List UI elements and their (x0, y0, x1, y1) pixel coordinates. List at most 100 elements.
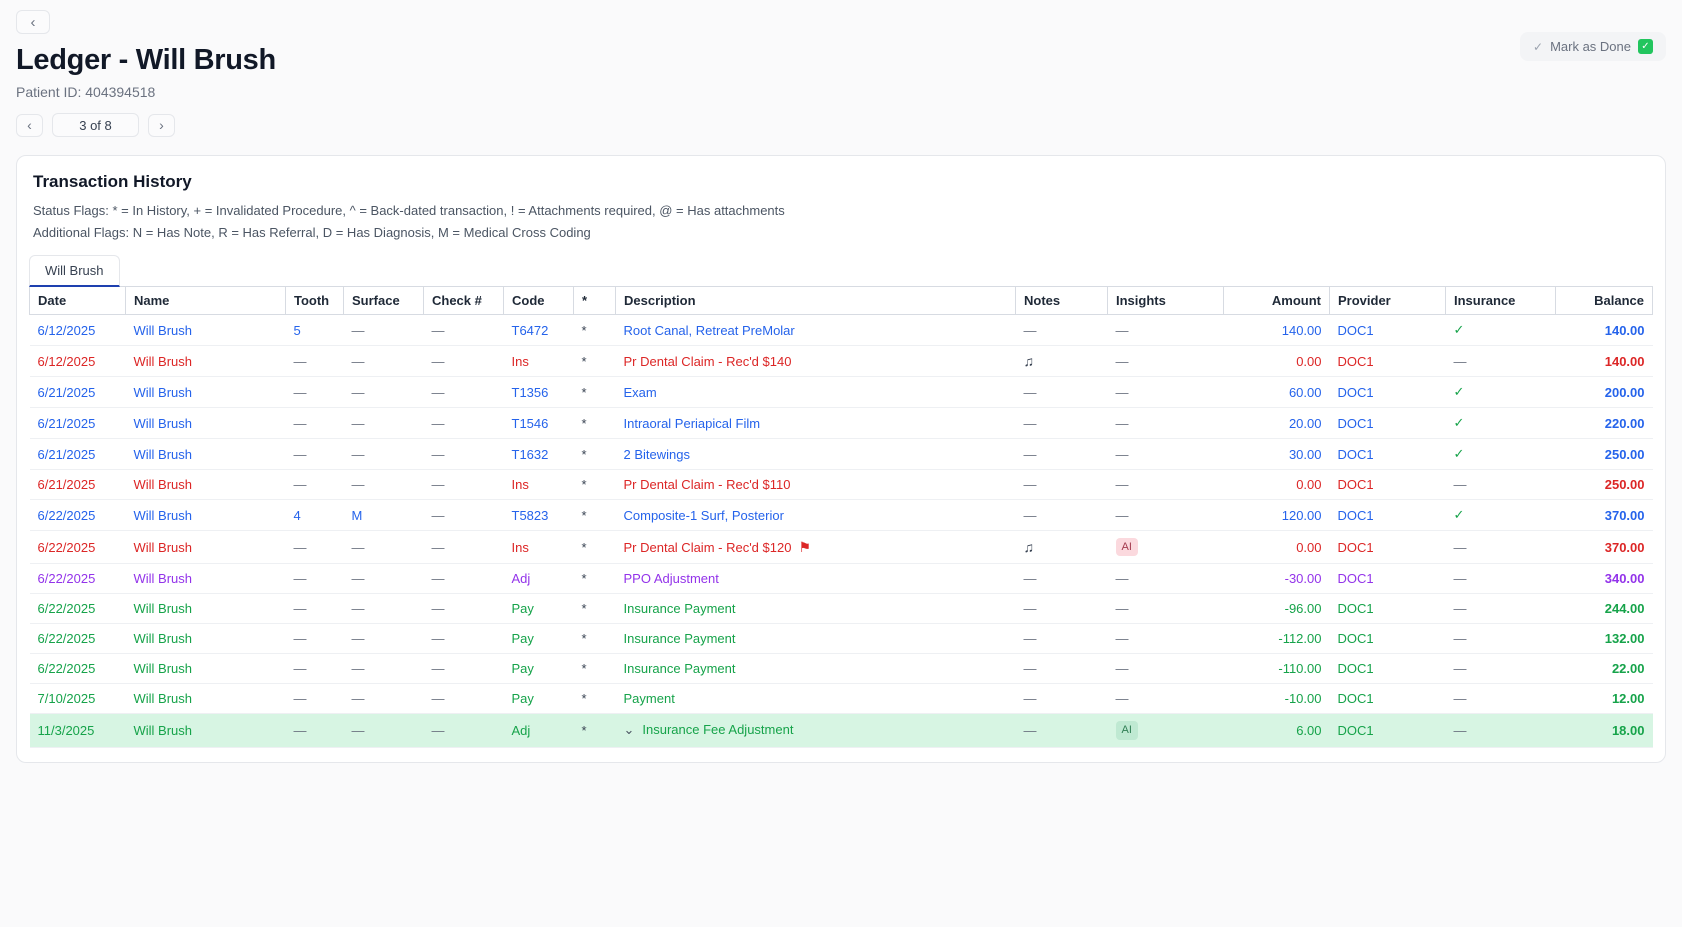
cell-date: 7/10/2025 (30, 684, 126, 714)
cell-flag: * (574, 439, 616, 470)
cell-insights: — (1108, 564, 1224, 594)
transaction-table: DateNameToothSurfaceCheck #Code*Descript… (29, 286, 1653, 748)
transaction-row[interactable]: 6/22/2025Will Brush———Ins*Pr Dental Clai… (30, 531, 1653, 564)
cell-description: Exam (616, 377, 1016, 408)
description-text: 2 Bitewings (624, 447, 690, 462)
cell-provider: DOC1 (1330, 654, 1446, 684)
cell-check: — (424, 654, 504, 684)
transaction-row[interactable]: 7/10/2025Will Brush———Pay*Payment——-10.0… (30, 684, 1653, 714)
cell-flag: * (574, 714, 616, 747)
column-header-tooth: Tooth (286, 287, 344, 315)
transaction-row[interactable]: 6/12/2025Will Brush5——T6472*Root Canal, … (30, 315, 1653, 346)
cell-flag: * (574, 531, 616, 564)
tab-will-brush[interactable]: Will Brush (29, 255, 120, 287)
transaction-row[interactable]: 6/12/2025Will Brush———Ins*Pr Dental Clai… (30, 346, 1653, 377)
status-flags-legend: Status Flags: * = In History, + = Invali… (33, 203, 1653, 218)
cell-check: — (424, 684, 504, 714)
cell-flag: * (574, 377, 616, 408)
cell-surface: — (344, 470, 424, 500)
transaction-row[interactable]: 6/22/2025Will Brush———Pay*Insurance Paym… (30, 654, 1653, 684)
cell-insurance: — (1446, 714, 1556, 747)
cell-flag: * (574, 315, 616, 346)
cell-tooth: — (286, 594, 344, 624)
cell-flag: * (574, 470, 616, 500)
cell-tooth: — (286, 684, 344, 714)
cell-provider: DOC1 (1330, 346, 1446, 377)
prev-page-button[interactable]: ‹ (16, 114, 43, 137)
chevron-down-icon[interactable]: ⌄ (624, 722, 635, 738)
transaction-row[interactable]: 11/3/2025Will Brush———Adj*⌄Insurance Fee… (30, 714, 1653, 747)
cell-insights: — (1108, 346, 1224, 377)
cell-notes: — (1016, 377, 1108, 408)
cell-code: Pay (504, 624, 574, 654)
chevron-right-icon: › (159, 117, 164, 133)
cell-balance: 244.00 (1556, 594, 1653, 624)
chevron-left-icon: ‹ (31, 15, 36, 30)
cell-provider: DOC1 (1330, 531, 1446, 564)
cell-surface: — (344, 531, 424, 564)
cell-notes: ♫ (1016, 531, 1108, 564)
column-header-code: Code (504, 287, 574, 315)
transaction-row[interactable]: 6/22/2025Will Brush———Adj*PPO Adjustment… (30, 564, 1653, 594)
cell-provider: DOC1 (1330, 377, 1446, 408)
cell-tooth: — (286, 531, 344, 564)
cell-flag: * (574, 346, 616, 377)
cell-notes: ♫ (1016, 346, 1108, 377)
column-header-amount: Amount (1224, 287, 1330, 315)
cell-description: PPO Adjustment (616, 564, 1016, 594)
cell-surface: — (344, 654, 424, 684)
insurance-check-icon: ✓ (1454, 384, 1465, 399)
cell-code: T1632 (504, 439, 574, 470)
cell-insights: — (1108, 654, 1224, 684)
description-text: Insurance Fee Adjustment (642, 722, 793, 737)
transaction-row[interactable]: 6/22/2025Will Brush———Pay*Insurance Paym… (30, 624, 1653, 654)
cell-amount: 120.00 (1224, 500, 1330, 531)
cell-check: — (424, 714, 504, 747)
cell-amount: -96.00 (1224, 594, 1330, 624)
cell-name: Will Brush (126, 377, 286, 408)
transaction-row[interactable]: 6/22/2025Will Brush4M—T5823*Composite-1 … (30, 500, 1653, 531)
cell-code: Adj (504, 564, 574, 594)
back-button[interactable]: ‹ (16, 10, 50, 34)
patient-id: Patient ID: 404394518 (16, 84, 1666, 100)
transaction-row[interactable]: 6/21/2025Will Brush———Ins*Pr Dental Clai… (30, 470, 1653, 500)
cell-description: Insurance Payment (616, 654, 1016, 684)
cell-insights: — (1108, 377, 1224, 408)
cell-description: Pr Dental Claim - Rec'd $120⚑ (616, 531, 1016, 564)
cell-balance: 370.00 (1556, 531, 1653, 564)
ai-insight-badge[interactable]: AI (1116, 538, 1138, 556)
cell-amount: 60.00 (1224, 377, 1330, 408)
mark-as-done-button[interactable]: ✓ Mark as Done ✓ (1520, 32, 1666, 61)
cell-insurance: — (1446, 346, 1556, 377)
cell-description: Composite-1 Surf, Posterior (616, 500, 1016, 531)
transaction-row[interactable]: 6/21/2025Will Brush———T1546*Intraoral Pe… (30, 408, 1653, 439)
cell-code: Pay (504, 594, 574, 624)
cell-amount: 6.00 (1224, 714, 1330, 747)
transaction-row[interactable]: 6/21/2025Will Brush———T1356*Exam——60.00D… (30, 377, 1653, 408)
next-page-button[interactable]: › (148, 114, 175, 137)
cell-surface: — (344, 315, 424, 346)
insurance-check-icon: ✓ (1454, 446, 1465, 461)
cell-date: 6/21/2025 (30, 439, 126, 470)
cell-insurance: ✓ (1446, 315, 1556, 346)
transaction-row[interactable]: 6/22/2025Will Brush———Pay*Insurance Paym… (30, 594, 1653, 624)
cell-code: T5823 (504, 500, 574, 531)
cell-flag: * (574, 624, 616, 654)
cell-insights: — (1108, 684, 1224, 714)
cell-date: 11/3/2025 (30, 714, 126, 747)
cell-notes: — (1016, 439, 1108, 470)
cell-balance: 250.00 (1556, 439, 1653, 470)
column-header-name: Name (126, 287, 286, 315)
cell-amount: 30.00 (1224, 439, 1330, 470)
ai-insight-badge[interactable]: AI (1116, 721, 1138, 739)
cell-amount: 0.00 (1224, 531, 1330, 564)
cell-insights: — (1108, 624, 1224, 654)
cell-check: — (424, 470, 504, 500)
transaction-row[interactable]: 6/21/2025Will Brush———T1632*2 Bitewings—… (30, 439, 1653, 470)
description-text: Exam (624, 385, 657, 400)
cell-notes: — (1016, 500, 1108, 531)
column-header-balance: Balance (1556, 287, 1653, 315)
description-text: Pr Dental Claim - Rec'd $120 (624, 540, 792, 555)
cell-tooth: 5 (286, 315, 344, 346)
cell-name: Will Brush (126, 594, 286, 624)
